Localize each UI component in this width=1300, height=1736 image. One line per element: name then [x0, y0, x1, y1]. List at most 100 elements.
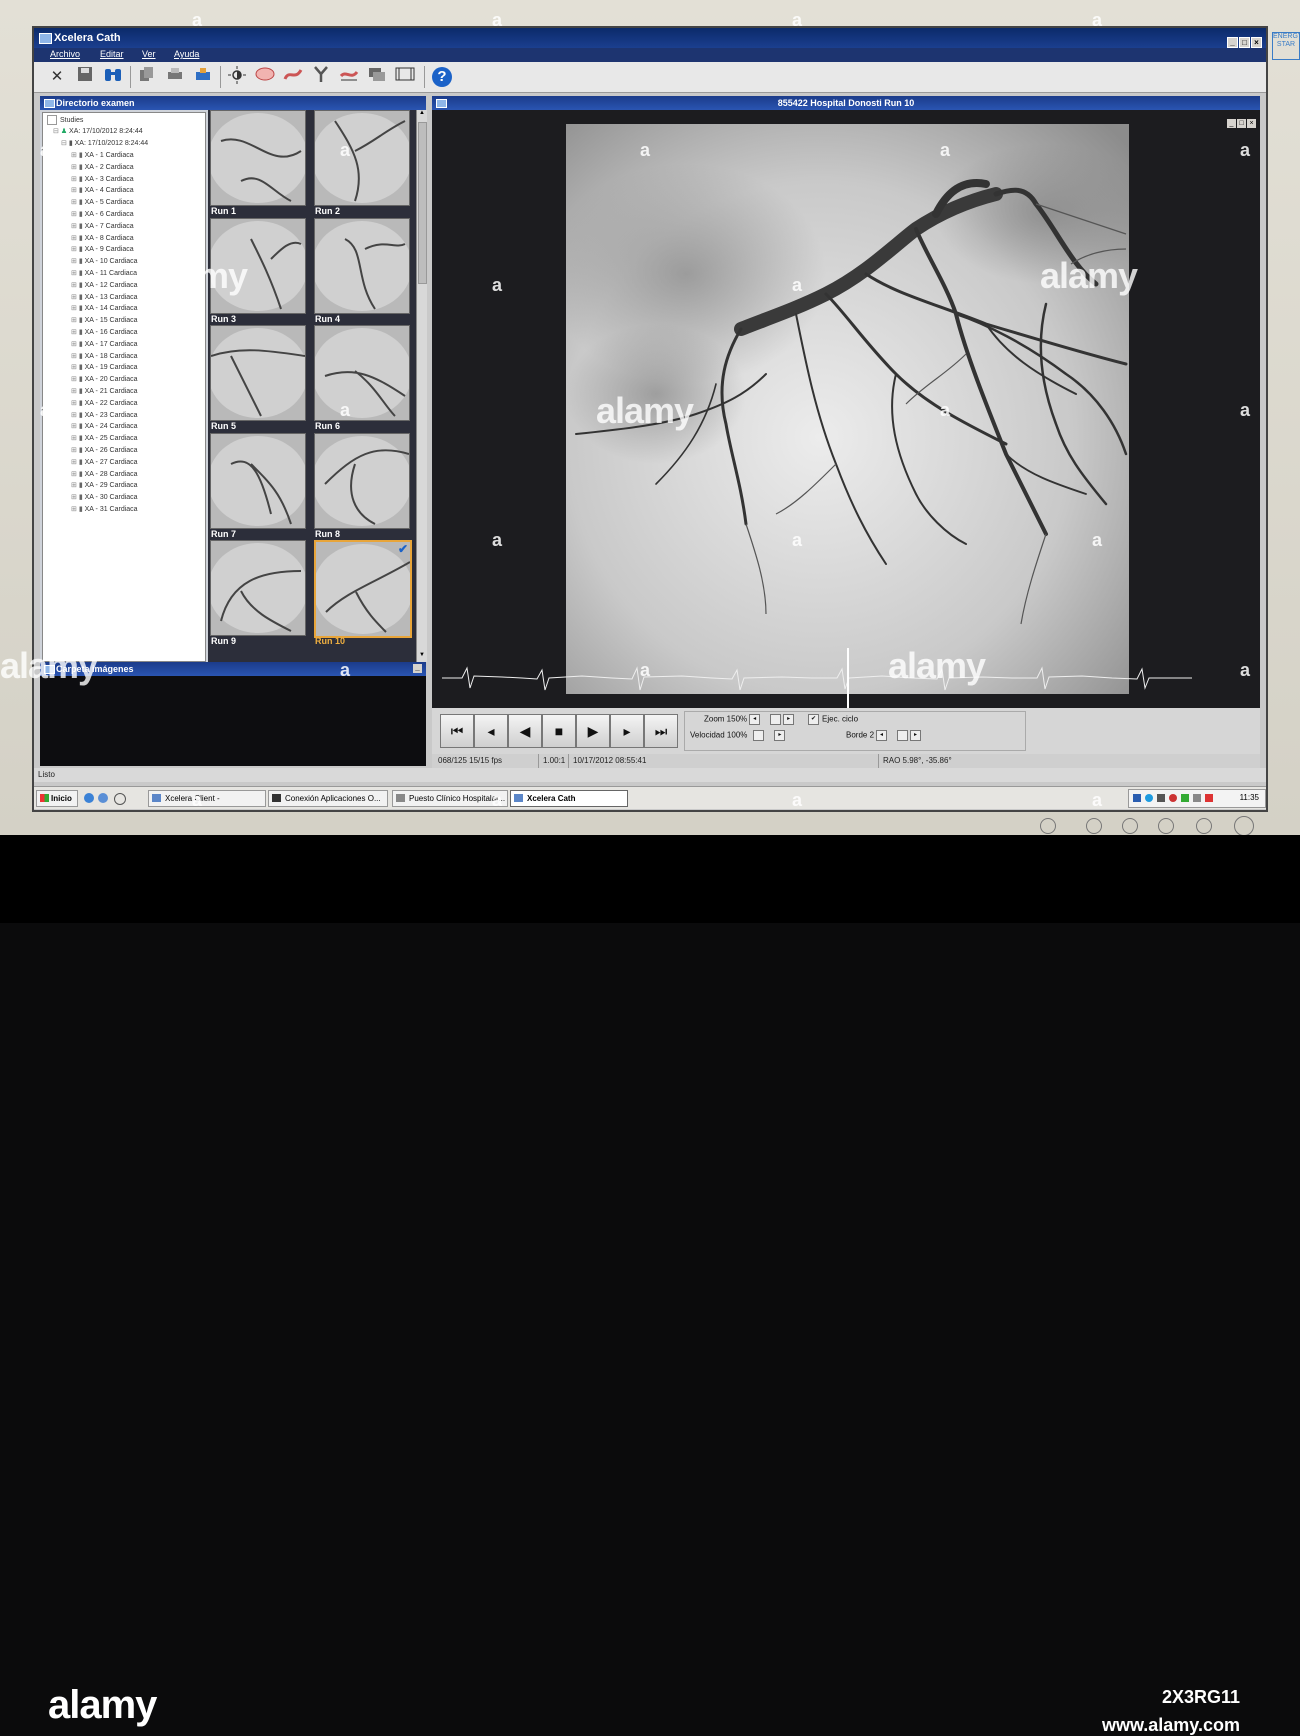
- expand-icon[interactable]: ⊞: [71, 506, 77, 513]
- tree-node-series[interactable]: ⊞ ▮ XA - 20 Cardiaca: [71, 375, 138, 383]
- tree-node-series[interactable]: ⊞ ▮ XA - 12 Cardiaca: [71, 281, 138, 289]
- stop-button[interactable]: ■: [542, 714, 576, 748]
- ie-icon[interactable]: [84, 793, 94, 803]
- scroll-up-icon[interactable]: ▲: [418, 110, 426, 120]
- expand-icon[interactable]: ⊞: [71, 435, 77, 442]
- expand-icon[interactable]: ⊞: [71, 341, 77, 348]
- expand-icon[interactable]: ⊞: [71, 199, 77, 206]
- tree-node-series[interactable]: ⊞ ▮ XA - 1 Cardiaca: [71, 151, 134, 159]
- thumbnail-run-4[interactable]: [314, 217, 410, 314]
- tree-node-series[interactable]: ⊞ ▮ XA - 5 Cardiaca: [71, 198, 134, 206]
- print-icon[interactable]: [164, 66, 186, 88]
- volume-icon[interactable]: [1157, 794, 1165, 802]
- tree-node-series[interactable]: ⊞ ▮ XA - 24 Cardiaca: [71, 422, 138, 430]
- tree-node-series[interactable]: ⊞ ▮ XA - 15 Cardiaca: [71, 316, 138, 324]
- tray-icon[interactable]: [1193, 794, 1201, 802]
- monitor-button[interactable]: [1158, 818, 1174, 834]
- help-icon[interactable]: ?: [432, 67, 452, 87]
- tree-node-series[interactable]: ⊞ ▮ XA - 18 Cardiaca: [71, 352, 138, 360]
- tree-node-series[interactable]: ⊞ ▮ XA - 7 Cardiaca: [71, 222, 134, 230]
- panel-minimize-button[interactable]: _: [413, 664, 422, 673]
- expand-icon[interactable]: ⊞: [71, 176, 77, 183]
- export-icon[interactable]: [192, 66, 214, 88]
- expand-icon[interactable]: ⊞: [71, 152, 77, 159]
- brightness-icon[interactable]: [226, 66, 248, 88]
- expand-icon[interactable]: ⊞: [71, 282, 77, 289]
- tree-node-series[interactable]: ⊞ ▮ XA - 23 Cardiaca: [71, 411, 138, 419]
- task-xcelera-client[interactable]: Xcelera Client -: [148, 790, 266, 807]
- next-frame-button[interactable]: ▸: [610, 714, 644, 748]
- expand-icon[interactable]: ⊞: [71, 400, 77, 407]
- play-button[interactable]: ▶: [576, 714, 610, 748]
- expand-icon[interactable]: ⊞: [71, 447, 77, 454]
- expand-icon[interactable]: ⊞: [71, 294, 77, 301]
- viewer-maximize-button[interactable]: □: [1237, 119, 1246, 128]
- maximize-button[interactable]: □: [1239, 37, 1250, 48]
- expand-icon[interactable]: ⊞: [71, 305, 77, 312]
- thumbnail-run-10[interactable]: ✔: [314, 540, 412, 638]
- measure-icon[interactable]: [338, 66, 360, 88]
- viewer-canvas[interactable]: _ □ ×: [432, 110, 1260, 708]
- tree-node-study[interactable]: ⊟ ▮ XA: 17/10/2012 8:24:44: [61, 139, 148, 147]
- expand-icon[interactable]: ⊞: [71, 270, 77, 277]
- tree-node-series[interactable]: ⊞ ▮ XA - 25 Cardiaca: [71, 434, 138, 442]
- tree-node-patient[interactable]: ⊟ ♟ XA: 17/10/2012 8:24:44: [53, 127, 143, 135]
- scroll-thumb[interactable]: [418, 122, 427, 284]
- tray-icon[interactable]: [1181, 794, 1189, 802]
- tree-node-series[interactable]: ⊞ ▮ XA - 8 Cardiaca: [71, 234, 134, 242]
- monitor-input-button[interactable]: [1040, 818, 1056, 834]
- tree-node-series[interactable]: ⊞ ▮ XA - 29 Cardiaca: [71, 481, 138, 489]
- menu-archivo[interactable]: Archivo: [50, 49, 80, 59]
- thumbnail-run-2[interactable]: [314, 110, 410, 206]
- expand-icon[interactable]: ⊞: [71, 412, 77, 419]
- first-frame-button[interactable]: ⏮: [440, 714, 474, 748]
- expand-icon[interactable]: ⊞: [71, 211, 77, 218]
- save-icon[interactable]: [74, 66, 96, 88]
- start-button[interactable]: Inicio: [36, 790, 78, 807]
- tree-node-series[interactable]: ⊞ ▮ XA - 11 Cardiaca: [71, 269, 137, 277]
- close-button[interactable]: ×: [1251, 37, 1262, 48]
- expand-icon[interactable]: ⊞: [71, 235, 77, 242]
- expand-icon[interactable]: ⊞: [71, 482, 77, 489]
- expand-icon[interactable]: ⊞: [71, 353, 77, 360]
- monitor-power-icon[interactable]: [1234, 816, 1254, 836]
- monitor-ok-button[interactable]: [1196, 818, 1212, 834]
- globe-icon[interactable]: [98, 793, 108, 803]
- expand-icon[interactable]: ⊞: [71, 459, 77, 466]
- scroll-down-icon[interactable]: ▼: [418, 652, 426, 662]
- tree-node-series[interactable]: ⊞ ▮ XA - 16 Cardiaca: [71, 328, 138, 336]
- thumbnail-run-5[interactable]: [210, 325, 306, 421]
- expand-icon[interactable]: ⊞: [71, 223, 77, 230]
- tree-node-series[interactable]: ⊞ ▮ XA - 13 Cardiaca: [71, 293, 138, 301]
- tree-node-series[interactable]: ⊞ ▮ XA - 3 Cardiaca: [71, 175, 134, 183]
- reverse-button[interactable]: ◀: [508, 714, 542, 748]
- expand-icon[interactable]: ⊞: [71, 329, 77, 336]
- tree-node-series[interactable]: ⊞ ▮ XA - 31 Cardiaca: [71, 505, 138, 513]
- expand-icon[interactable]: ⊞: [71, 494, 77, 501]
- expand-icon[interactable]: ⊞: [71, 423, 77, 430]
- expand-icon[interactable]: ⊞: [71, 376, 77, 383]
- expand-icon[interactable]: ⊞: [71, 258, 77, 265]
- media-icon[interactable]: [114, 793, 126, 805]
- expand-icon[interactable]: ⊞: [71, 187, 77, 194]
- network-icon[interactable]: [1133, 794, 1141, 802]
- minimize-button[interactable]: _: [1227, 37, 1238, 48]
- tree-node-series[interactable]: ⊞ ▮ XA - 27 Cardiaca: [71, 458, 138, 466]
- task-xcelera-cath[interactable]: Xcelera Cath: [510, 790, 628, 807]
- tree-node-series[interactable]: ⊞ ▮ XA - 4 Cardiaca: [71, 186, 134, 194]
- prev-frame-button[interactable]: ◂: [474, 714, 508, 748]
- task-puesto-clinico[interactable]: Puesto Clínico Hospitalar...: [392, 790, 508, 807]
- thumbnail-run-6[interactable]: [314, 325, 410, 421]
- monitor-button[interactable]: [1122, 818, 1138, 834]
- thumbnail-run-9[interactable]: [210, 540, 306, 636]
- tree-node-series[interactable]: ⊞ ▮ XA - 21 Cardiaca: [71, 387, 138, 395]
- menu-ver[interactable]: Ver: [142, 49, 156, 59]
- expand-icon[interactable]: ⊞: [71, 471, 77, 478]
- tree-node-series[interactable]: ⊞ ▮ XA - 22 Cardiaca: [71, 399, 138, 407]
- tree-node-series[interactable]: ⊞ ▮ XA - 14 Cardiaca: [71, 304, 138, 312]
- thumbnail-run-8[interactable]: [314, 432, 410, 529]
- tree-node-series[interactable]: ⊞ ▮ XA - 26 Cardiaca: [71, 446, 138, 454]
- last-frame-button[interactable]: ⏭: [644, 714, 678, 748]
- binoculars-icon[interactable]: [102, 66, 124, 88]
- monitor-button[interactable]: [1086, 818, 1102, 834]
